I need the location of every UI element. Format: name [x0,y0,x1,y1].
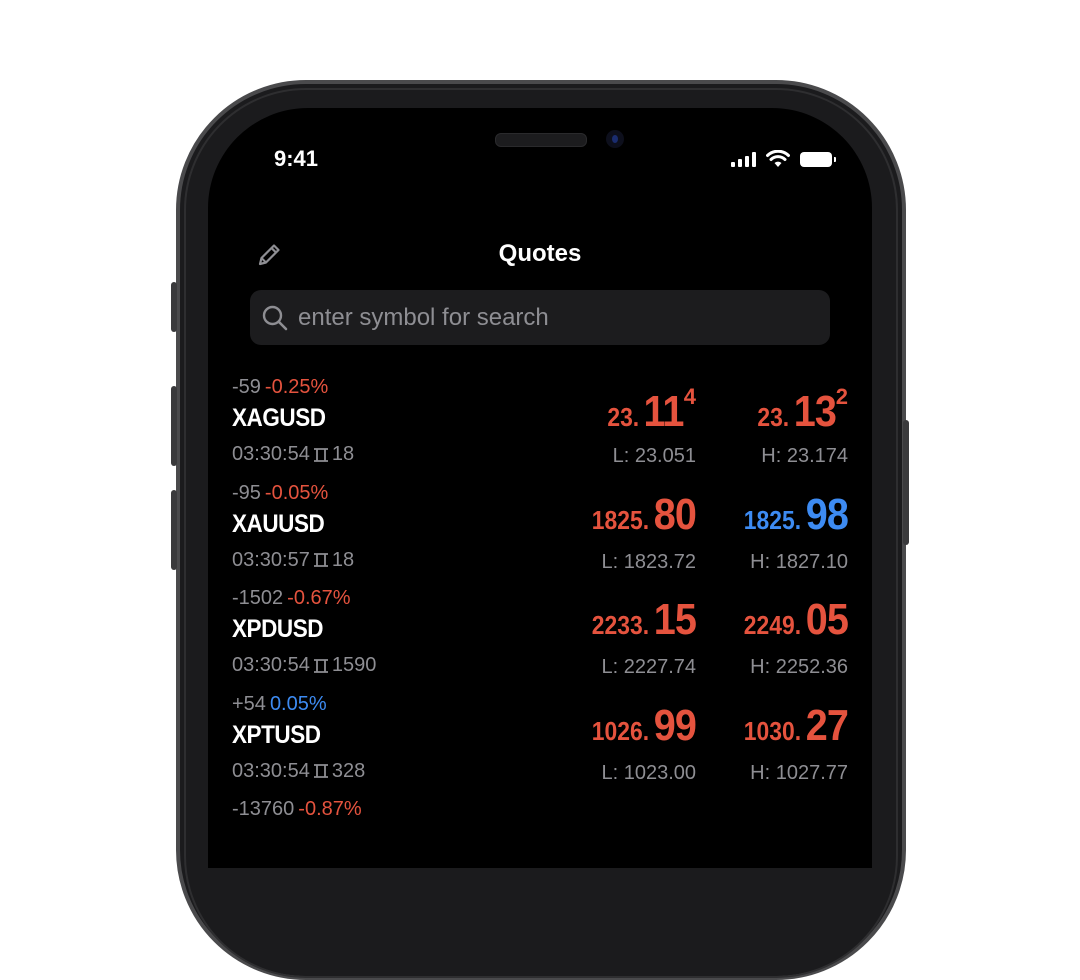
quote-time: 03:30:54 [232,443,310,465]
quote-time: 03:30:54 [232,654,310,676]
bid-price-prefix: 2233. [591,610,650,640]
change-percent: -0.87% [298,798,362,820]
quote-meta: 03:30:54 1590 [232,654,376,677]
bid-price-main: 11 [643,387,685,436]
high-price: H: 1827.10 [750,550,848,573]
search-icon [262,305,288,330]
change-line: -95 -0.05% [232,482,328,505]
bid-price-prefix: 1026. [591,715,650,746]
earpiece-speaker [495,133,587,147]
bid-price: ▬ [536,820,696,840]
spread-value: 1590 [331,654,377,676]
phone-screen: 9:41 Quotes -59-0.25% XAGUSD 03:30:54 [208,108,872,868]
low-price: L: 1823.72 [601,550,696,573]
change-points: -13760 [232,798,295,820]
ask-price-fraction: 2 [835,384,848,409]
spread-value: 18 [331,443,355,465]
bid-price: 1825. 80 [536,490,697,540]
ask-price-prefix: 23. [756,402,789,432]
change-percent: 0.05% [269,692,327,715]
bid-price-prefix: 23. [607,402,640,432]
change-line: -59 -0.25% [232,376,328,399]
change-line: +54 0.05% [232,693,327,716]
quote-row[interactable]: -1502 -0.67% XPDUSD 03:30:54 1590 2233. 15… [208,587,872,692]
symbol-name: XAUUSD [232,509,325,538]
ask-price-prefix: 1030. [743,715,802,746]
ask-price-main: 05 [805,595,849,644]
spread-icon [313,658,328,673]
ask-price-main: 98 [805,489,849,539]
status-icons [731,150,836,168]
change-points: -1502 [232,587,284,609]
spread-value: 328 [331,759,366,782]
quote-row[interactable]: +54 0.05% XPTUSD 03:30:54 328 1026. 99 103… [208,693,872,798]
change-percent: -0.25% [264,376,329,398]
change-points: -59 [232,376,261,398]
change-line: -13760 -0.87% [232,798,362,821]
power-button [903,420,909,545]
quote-row[interactable]: -13760-0.87% ▬ ▬ [208,798,872,868]
high-price: H: 1027.77 [750,761,848,784]
search-input[interactable] [296,302,800,333]
low-price: L: 1023.00 [601,761,696,784]
front-camera [606,130,624,148]
high-price: H: 2252.36 [750,656,848,678]
quote-meta: 03:30:54 328 [232,760,365,783]
symbol-name: XPDUSD [232,615,324,643]
spread-icon [313,447,328,462]
spread-icon [313,553,328,567]
quote-meta: 03:30:54 18 [232,443,354,466]
page-title: Quotes [498,240,582,267]
change-line: -1502 -0.67% [232,587,351,610]
high-price: H: 23.174 [761,445,848,467]
cellular-signal-icon [731,151,756,167]
spread-icon [313,764,328,778]
change-percent: -0.05% [264,481,329,504]
ask-price-prefix: 1825. [743,504,802,535]
change-percent: -0.67% [287,587,351,609]
battery-icon [800,151,836,167]
ask-price: 1030. 27 [688,700,849,751]
symbol-name: XPTUSD [232,720,321,749]
ask-price-main: 27 [805,700,849,750]
change-points: -95 [232,481,261,504]
ask-price-prefix: 2249. [743,610,802,640]
ask-price: 23. 132 [688,384,848,437]
ask-price: 2249. 05 [688,595,849,645]
ask-price: 1825. 98 [688,489,849,540]
quote-row[interactable]: -59 -0.25% XAGUSD 03:30:54 18 23. 114 23. 1… [208,376,872,481]
quote-time: 03:30:54 [232,759,310,782]
volume-up-button [171,386,177,466]
quote-meta: 03:30:57 18 [232,549,354,572]
silent-switch [171,282,177,332]
symbol-name: XAGUSD [232,404,326,432]
change-points: +54 [232,692,266,715]
ask-price-main: 13 [793,387,836,436]
low-price: L: 23.051 [612,445,696,467]
bid-price: 1026. 99 [536,701,697,751]
bid-price: 2233. 15 [536,595,697,645]
spread-value: 18 [331,548,355,571]
ask-price: ▬ [688,820,848,840]
status-time: 9:41 [274,146,319,171]
quote-time: 03:30:57 [232,548,310,571]
low-price: L: 2227.74 [601,656,696,678]
bid-price: 23. 114 [536,384,696,437]
volume-down-button [171,490,177,570]
bid-price-prefix: 1825. [591,504,650,535]
quote-row[interactable]: -95 -0.05% XAUUSD 03:30:57 18 1825. 80 182… [208,482,872,587]
search-bar[interactable] [250,290,830,345]
wifi-icon [766,150,790,167]
